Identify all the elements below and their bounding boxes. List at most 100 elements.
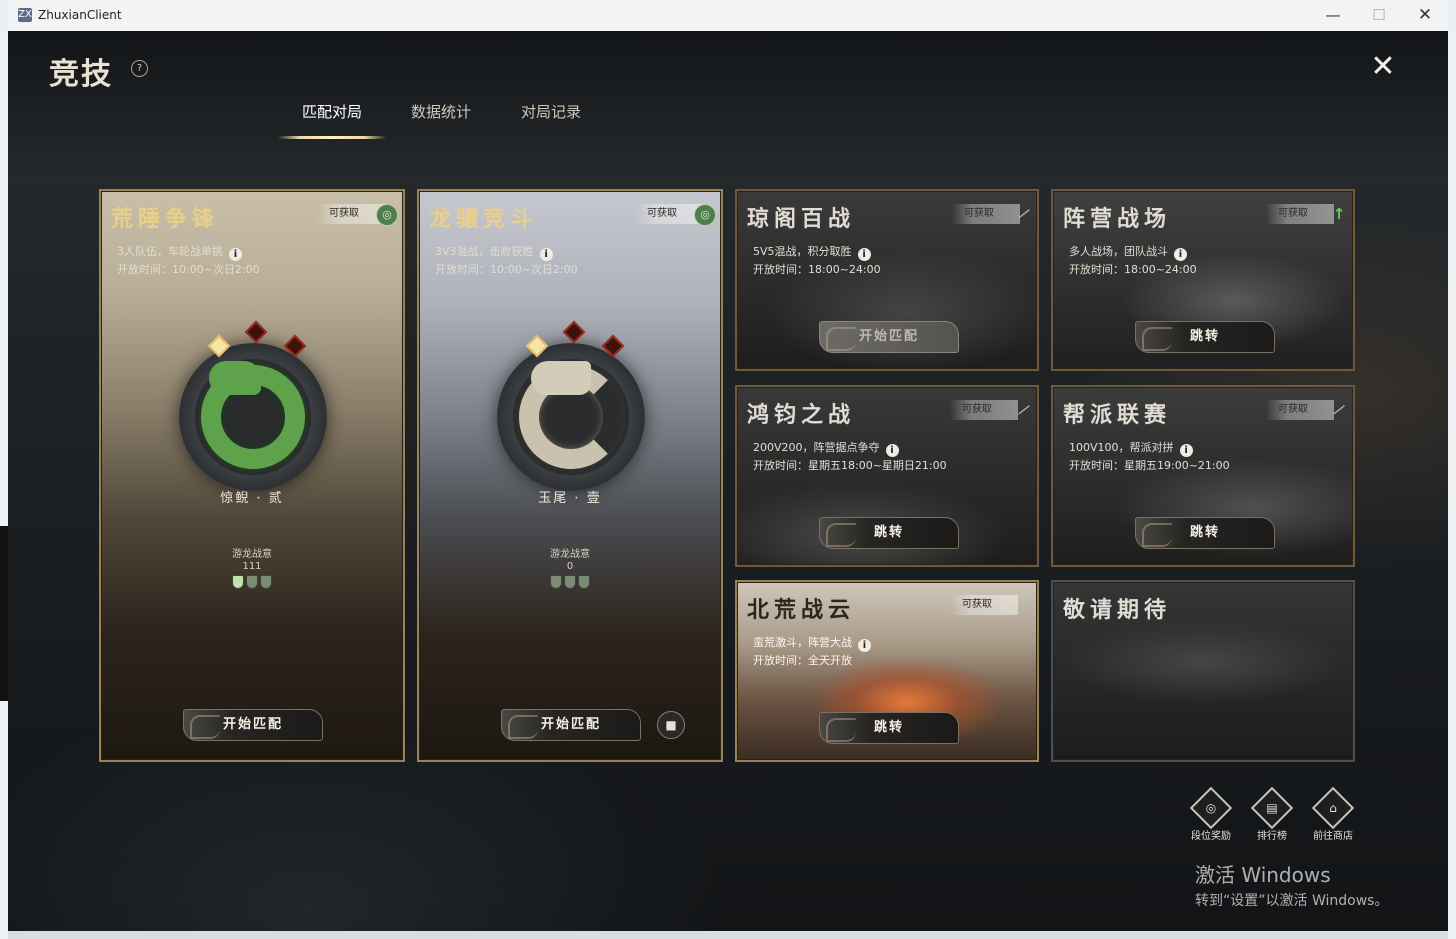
mode-card-qiongge[interactable]: 琼阁百战 可获取 / 5V5混战，积分取胜 i 开放时间：18:00~24:00 … [735,189,1039,371]
card-title: 北荒战云 [747,597,856,623]
shield-icon [232,575,244,589]
obtainable-badge: 可获取 [635,204,703,224]
card-description: 100V100，帮派对拼 i 开放时间：星期五19:00~21:00 [1069,439,1230,475]
jump-button[interactable]: 跳转 [1135,321,1275,353]
rank-points-label: 游龙战意 [550,549,590,560]
rank-points-label: 游龙战意 [232,549,272,560]
desktop-edge-right [1448,31,1456,939]
shield-icon [246,575,258,589]
window-close-button[interactable]: ✕ [1402,0,1448,31]
card-description: 3V3混战，击败获胜 i 开放时间：10:00~次日2:00 [435,243,578,279]
page-title: 竞技 [49,57,113,92]
info-icon[interactable]: i [857,248,871,261]
info-icon[interactable]: i [539,248,553,261]
card-description: 蛮荒激斗，阵营大战 i 开放时间：全天开放 [753,634,871,670]
window-titlebar: ZX ZhuxianClient — ☐ ✕ [8,0,1448,31]
jump-button[interactable]: 跳转 [819,517,959,549]
mode-card-hongjun[interactable]: 鸿钧之战 可获取 / 200V200，阵营据点争夺 i 开放时间：星期五18:00… [735,385,1039,567]
mode-card-beihuang[interactable]: 北荒战云 可获取 / 蛮荒激斗，阵营大战 i 开放时间：全天开放 跳转 [735,580,1039,762]
obtainable-badge: 可获取 [950,595,1018,615]
card-description: 200V200，阵营据点争夺 i 开放时间：星期五18:00~星期日21:00 [753,439,947,475]
gem-icon [244,320,268,344]
desktop-edge-left [0,31,8,939]
shop-shortcut[interactable]: ⌂ 前往商店 [1303,786,1363,842]
start-match-button[interactable]: 开始匹配 [819,321,959,353]
card-title: 琼阁百战 [747,206,856,232]
card-title: 鸿钧之战 [747,402,856,428]
window-title: ZhuxianClient [38,8,122,22]
watermark-line1: 激活 Windows [1195,863,1331,887]
upgrade-arrow-icon: ↑ [1332,205,1346,223]
minimize-button[interactable]: — [1310,0,1356,31]
mode-card-huangjing[interactable]: 荒陲争锋 可获取 ◎ 3人队伍，车轮战单挑 i 开放时间：10:00~次日2:00… [99,189,405,762]
obtainable-badge: 可获取 [1266,400,1334,420]
info-icon[interactable]: i [1174,248,1187,261]
open-time: 开放时间：10:00~次日2:00 [117,263,260,276]
desktop-edge-bottom [8,931,1448,939]
jade-reward-icon: ◎ [376,204,398,226]
rank-name: 玉尾 · 壹 [538,491,602,506]
mode-card-bangpai[interactable]: 帮派联赛 可获取 / 100V100，帮派对拼 i 开放时间：星期五19:00~2… [1051,385,1355,567]
leaderboard-shortcut[interactable]: ▤ 排行榜 [1242,786,1302,842]
start-match-button[interactable]: 开始匹配 [183,709,323,741]
jump-button[interactable]: 跳转 [819,712,959,744]
info-icon[interactable]: i [858,639,871,652]
info-icon[interactable]: i [1179,444,1193,457]
rank-name: 惊鲵 · 贰 [220,491,284,506]
mode-card-coming-soon: 敬请期待 [1051,580,1355,762]
rank-stars [101,575,403,593]
app-icon: ZX [18,8,32,22]
tab-match-history[interactable]: 对局记录 [519,101,583,137]
card-title: 阵营战场 [1063,206,1172,232]
mode-card-longxiang[interactable]: 龙骧竞斗 可获取 ◎ 3V3混战，击败获胜 i 开放时间：10:00~次日2:00… [417,189,723,762]
mode-card-zhenying[interactable]: 阵营战场 可获取 ↑ 多人战场，团队战斗 i 开放时间：18:00~24:00 跳… [1051,189,1355,371]
card-description: 5V5混战，积分取胜 i 开放时间：18:00~24:00 [753,243,881,279]
info-icon[interactable]: i [229,248,242,261]
windows-activation-watermark: 激活 Windows 转到“设置”以激活 Windows。 [1195,859,1388,910]
rank-points: 游龙战意 111 [101,549,403,593]
shield-icon [578,575,590,589]
card-title: 龙骧竞斗 [429,206,538,232]
help-icon[interactable]: ? [131,60,148,77]
shop-icon: ⌂ [1311,786,1355,830]
rank-stars [419,575,721,593]
card-description: 3人队伍，车轮战单挑 i 开放时间：10:00~次日2:00 [117,243,260,279]
shortcut-label: 前往商店 [1313,831,1353,842]
shield-icon [550,575,562,589]
rank-emblem [179,343,327,491]
scroll-icon: ▤ [1250,786,1294,830]
rank-reward-shortcut[interactable]: ◎ 段位奖励 [1181,786,1241,842]
rank-points: 游龙战意 0 [419,549,721,593]
game-viewport: 竞技 ? ✕ 匹配对局 数据统计 对局记录 荒陲争锋 可获取 ◎ 3人队伍，车轮… [8,31,1448,931]
gem-icon [562,320,586,344]
video-icon[interactable]: ■ [657,711,685,739]
jump-button[interactable]: 跳转 [1135,517,1275,549]
mode-desc: 3V3混战，击败获胜 [435,245,534,258]
maximize-button[interactable]: ☐ [1356,0,1402,31]
tab-statistics[interactable]: 数据统计 [410,101,472,137]
open-time: 开放时间：18:00~24:00 [1069,263,1197,276]
mode-desc: 3人队伍，车轮战单挑 [117,245,223,258]
mode-desc: 多人战场，团队战斗 [1069,245,1168,258]
panel-close-button[interactable]: ✕ [1368,52,1398,83]
card-title: 荒陲争锋 [111,206,220,232]
shortcut-label: 段位奖励 [1191,831,1231,842]
info-icon[interactable]: i [885,444,899,457]
card-title: 帮派联赛 [1063,402,1172,428]
medal-icon: ◎ [1189,786,1233,830]
dragon-head [209,361,261,395]
card-description: 多人战场，团队战斗 i 开放时间：18:00~24:00 [1069,243,1197,279]
shield-icon [564,575,576,589]
obtainable-badge: 可获取 [952,204,1020,224]
rank-points-value: 0 [566,561,574,572]
mode-desc: 蛮荒激斗，阵营大战 [753,636,852,649]
fish-head [531,361,591,395]
shortcut-label: 排行榜 [1257,831,1287,842]
open-time: 开放时间：星期五19:00~21:00 [1069,459,1230,472]
rank-points-value: 111 [242,561,262,572]
start-match-button[interactable]: 开始匹配 [501,709,641,741]
tab-matchmaking[interactable]: 匹配对局 [278,101,386,139]
jade-reward-icon: ◎ [694,204,716,226]
shield-icon [260,575,272,589]
open-time: 开放时间：10:00~次日2:00 [435,263,578,276]
